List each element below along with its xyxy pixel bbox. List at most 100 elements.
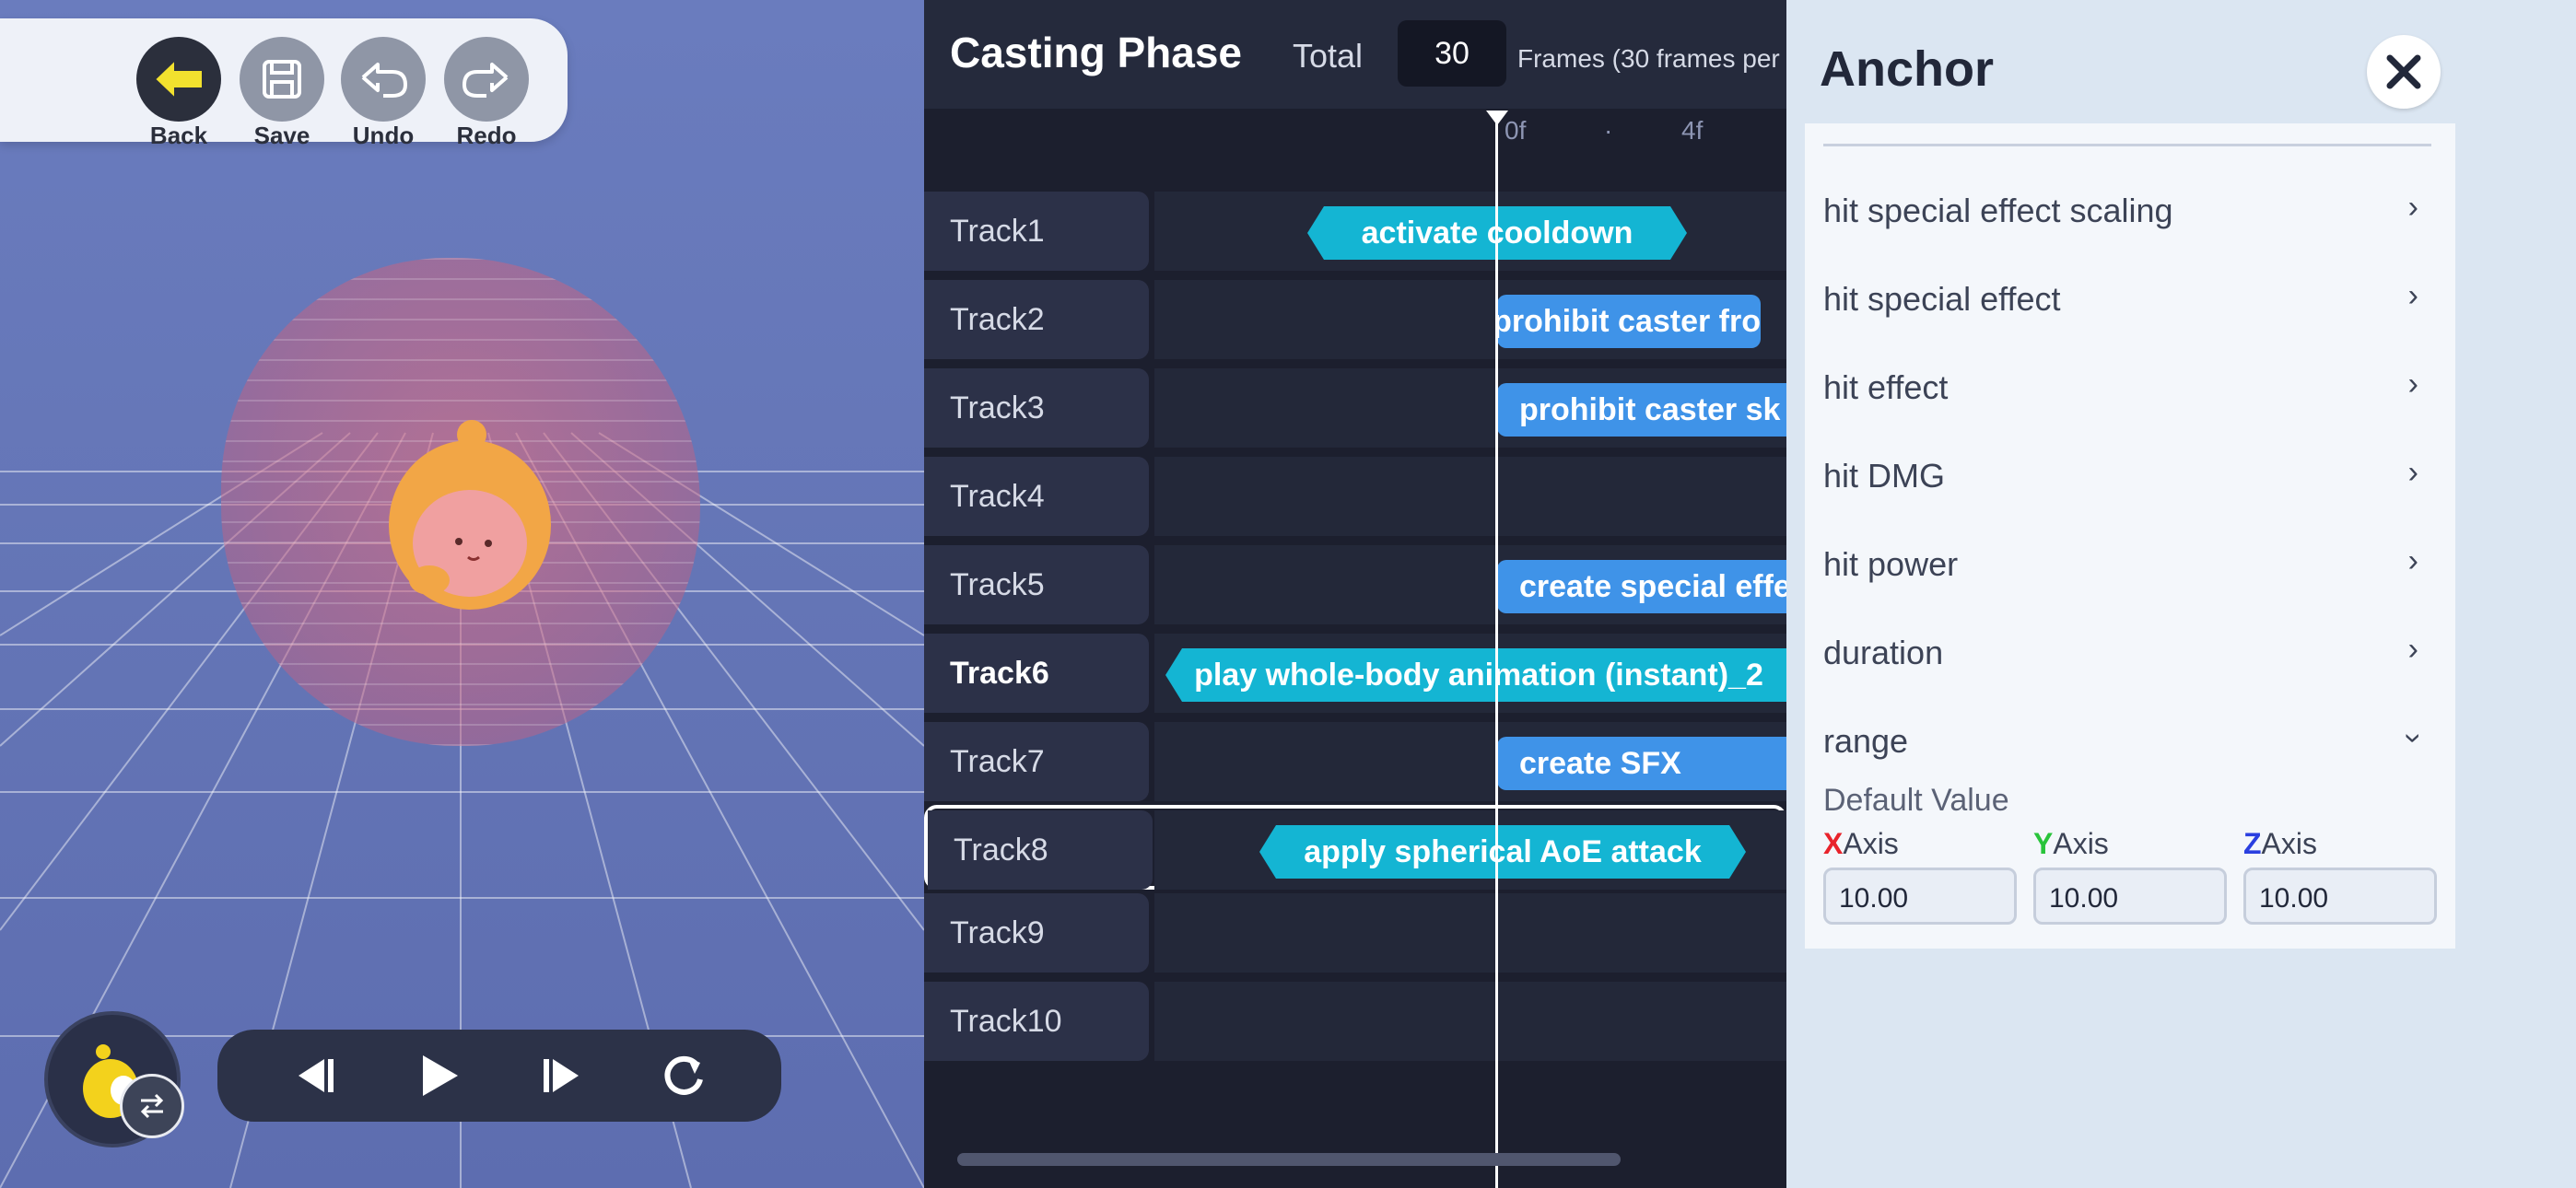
frame-ruler[interactable] [924, 109, 1786, 182]
track-label: Track10 [924, 982, 1149, 1061]
axis-name: Axis [2053, 827, 2109, 860]
chevron-right-icon: › [2407, 190, 2418, 225]
track-label: Track7 [924, 722, 1149, 801]
track-lane[interactable] [1154, 982, 1786, 1061]
chevron-right-icon: › [2407, 455, 2418, 490]
inspector-title: Anchor [1820, 41, 1994, 97]
property-label: range [1823, 722, 1909, 760]
total-frames-label: Total [1293, 37, 1364, 75]
replay-icon [664, 1055, 703, 1095]
track-label: Track3 [924, 368, 1149, 448]
close-icon [2386, 54, 2421, 89]
z-axis-label: ZAxis [2243, 827, 2441, 864]
step-back-icon [298, 1059, 334, 1092]
property-hit-effect[interactable]: hit effect › [1805, 343, 2455, 431]
previous-frame-button[interactable] [279, 1039, 353, 1112]
axis-name: Axis [1843, 827, 1899, 860]
track-lane[interactable] [1154, 893, 1786, 973]
x-axis-label: XAxis [1823, 827, 2020, 864]
swap-character-button[interactable] [120, 1074, 184, 1138]
redo-icon [463, 63, 509, 98]
undo-button[interactable]: Undo [339, 37, 427, 149]
undo-icon [361, 63, 407, 98]
clip-text: prohibit caster fro [1497, 304, 1761, 339]
back-button[interactable]: Back [135, 37, 223, 149]
axis-letter: Y [2033, 827, 2054, 860]
redo-label: Redo [456, 122, 517, 149]
scrolled-property-divider [1823, 123, 2431, 146]
back-arrow-icon [153, 57, 204, 101]
save-label: Save [253, 122, 310, 149]
track-row-4[interactable]: Track4 [924, 457, 1786, 536]
replay-button[interactable] [647, 1039, 720, 1112]
timeline-horizontal-scrollbar[interactable] [957, 1153, 1621, 1166]
z-axis-input[interactable]: 10.00 [2243, 868, 2437, 925]
y-axis-input[interactable]: 10.00 [2033, 868, 2227, 925]
timeline-panel: Casting Phase Total 30 Frames (30 frames… [924, 0, 1786, 1188]
track-row-10[interactable]: Track10 [924, 982, 1786, 1061]
timeline-title: Casting Phase [950, 29, 1242, 76]
chevron-right-icon: › [2407, 278, 2418, 313]
property-label: hit special effect scaling [1823, 192, 2173, 229]
axis-name: Axis [2261, 827, 2317, 860]
clip-prohibit-caster-from[interactable]: prohibit caster fro [1497, 295, 1761, 348]
property-duration[interactable]: duration › [1805, 608, 2455, 696]
x-axis-field: XAxis 10.00 [1823, 827, 2020, 925]
redo-button[interactable]: Redo [442, 37, 531, 149]
y-axis-field: YAxis 10.00 [2033, 827, 2231, 925]
clip-play-animation[interactable]: play whole-body animation (instant)_2 [1165, 648, 1786, 702]
property-hit-dmg[interactable]: hit DMG › [1805, 431, 2455, 519]
character-model[interactable] [378, 405, 562, 622]
clip-create-special-effect[interactable]: create special effe [1497, 560, 1786, 613]
property-list[interactable]: hit special effect scaling › hit special… [1805, 123, 2455, 949]
ruler-tick: · [1604, 116, 1613, 145]
track-label: Track9 [924, 893, 1149, 973]
scene-viewport[interactable]: Back Save Undo Redo [0, 0, 924, 1188]
total-frames-input[interactable]: 30 [1398, 20, 1506, 87]
clip-prohibit-caster-skill[interactable]: prohibit caster sk [1497, 383, 1786, 437]
step-forward-icon [543, 1059, 579, 1092]
chevron-right-icon: › [2407, 367, 2418, 402]
track-label: Track2 [924, 280, 1149, 359]
x-axis-input[interactable]: 10.00 [1823, 868, 2017, 925]
frames-description: Frames (30 frames per [1517, 44, 1780, 73]
track-lane[interactable] [1154, 457, 1786, 536]
axis-letter: X [1823, 827, 1844, 860]
track-label: Track6 [924, 634, 1149, 713]
track-row-6[interactable]: Track6 play whole-body animation (instan… [924, 634, 1786, 713]
save-icon [263, 60, 301, 99]
save-button[interactable]: Save [238, 37, 326, 149]
track-label: Track1 [924, 192, 1149, 271]
property-range[interactable]: range › [1805, 696, 2455, 785]
next-frame-button[interactable] [524, 1039, 598, 1112]
track-row-7[interactable]: Track7 create SFX [924, 722, 1786, 801]
back-label: Back [149, 122, 208, 149]
property-label: hit power [1823, 545, 1959, 583]
close-button[interactable] [2367, 35, 2441, 109]
axis-letter: Z [2243, 827, 2262, 860]
property-label: hit effect [1823, 368, 1949, 406]
chevron-right-icon: › [2407, 543, 2418, 578]
y-axis-label: YAxis [2033, 827, 2231, 864]
track-row-1[interactable]: Track1 activate cooldown [924, 192, 1786, 271]
property-label: hit DMG [1823, 457, 1946, 495]
track-row-3[interactable]: Track3 prohibit caster sk [924, 368, 1786, 448]
track-row-2[interactable]: Track2 prohibit caster fro [924, 280, 1786, 359]
track-row-5[interactable]: Track5 create special effe [924, 545, 1786, 624]
editor-toolbar: Back Save Undo Redo [0, 18, 568, 149]
property-hit-special-effect[interactable]: hit special effect › [1805, 254, 2455, 343]
track-label: Track8 [928, 810, 1153, 890]
play-button[interactable] [402, 1039, 475, 1112]
clip-create-sfx[interactable]: create SFX [1497, 737, 1786, 790]
default-value-label: Default Value [1823, 783, 2009, 818]
chevron-down-icon: › [2395, 732, 2431, 744]
track-label: Track5 [924, 545, 1149, 624]
property-hit-special-effect-scaling[interactable]: hit special effect scaling › [1805, 166, 2455, 254]
playback-controls [217, 1030, 781, 1122]
playhead-line[interactable] [1495, 111, 1498, 1188]
track-row-9[interactable]: Track9 [924, 893, 1786, 973]
clip-apply-spherical-aoe-attack[interactable]: apply spherical AoE attack [1259, 825, 1746, 879]
property-hit-power[interactable]: hit power › [1805, 519, 2455, 608]
track-row-8[interactable]: Track8 apply spherical AoE attack [924, 805, 1786, 890]
timeline-header: Casting Phase Total 30 Frames (30 frames… [924, 0, 1786, 109]
